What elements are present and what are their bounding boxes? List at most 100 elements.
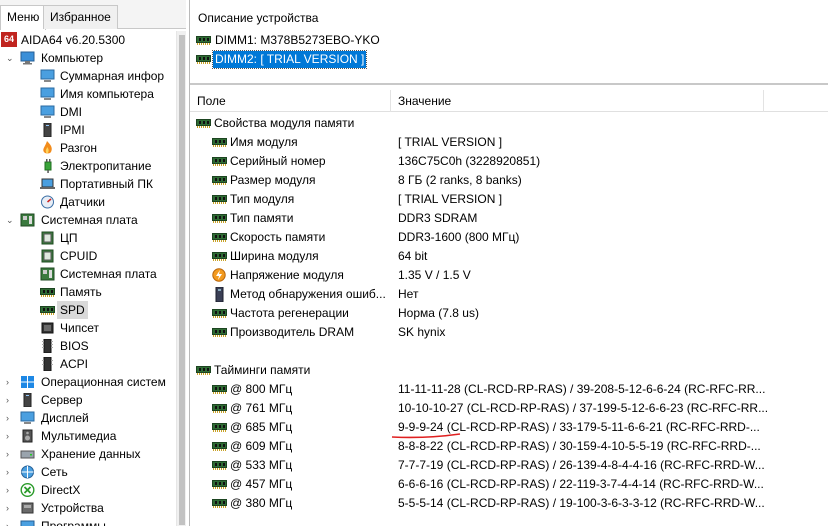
table-row[interactable]: @ 380 МГц 5-5-5-14 (CL-RCD-RP-RAS) / 19-… (190, 494, 828, 513)
tree-item-label: CPUID (60, 249, 98, 263)
table-row[interactable]: @ 609 МГц 8-8-8-22 (CL-RCD-RP-RAS) / 30-… (190, 437, 828, 456)
tab-favorites[interactable]: Избранное (43, 5, 118, 29)
ram-icon (212, 422, 227, 433)
tree-item-label: BIOS (60, 339, 89, 353)
tree-item-label: Устройства (41, 501, 104, 515)
tree-item-summary[interactable]: Суммарная инфор (0, 67, 176, 85)
tree-item-programs[interactable]: › Программы (0, 517, 176, 526)
motherboard-icon (20, 213, 35, 227)
tree-item-server[interactable]: › Сервер (0, 391, 176, 409)
tree-item-label: Память (60, 285, 102, 299)
tree-item-acpi[interactable]: ACPI (0, 355, 176, 373)
table-row[interactable]: Скорость памяти DDR3-1600 (800 МГц) (190, 228, 828, 247)
tree-item-computer-name[interactable]: Имя компьютера (0, 85, 176, 103)
ram-icon (40, 305, 55, 316)
chevron-right-icon[interactable]: › (6, 413, 14, 423)
table-row[interactable]: @ 457 МГц 6-6-6-16 (CL-RCD-RP-RAS) / 22-… (190, 475, 828, 494)
field-name: Скорость памяти (230, 230, 326, 244)
acpi-chip-icon (40, 356, 55, 372)
ram-icon (212, 232, 227, 243)
field-name: Размер модуля (230, 173, 316, 187)
field-name: Напряжение модуля (230, 268, 344, 282)
tree-item-overclock[interactable]: Разгон (0, 139, 176, 157)
tree-item-label: Дисплей (41, 411, 89, 425)
table-row[interactable]: Тип модуля [ TRIAL VERSION ] (190, 190, 828, 209)
tree-item-aida64[interactable]: 64 AIDA64 v6.20.5300 (0, 31, 176, 49)
table-row[interactable]: @ 685 МГц 9-9-9-24 (CL-RCD-RP-RAS) / 33-… (190, 418, 828, 437)
field-name: Серийный номер (230, 154, 326, 168)
tree-item-multimedia[interactable]: › Мультимедиа (0, 427, 176, 445)
tree-item-dmi[interactable]: DMI (0, 103, 176, 121)
ram-icon (212, 479, 227, 490)
device-description-panel: Описание устройства DIMM1: M378B5273EBO-… (190, 0, 828, 85)
table-row[interactable]: Напряжение модуля 1.35 V / 1.5 V (190, 266, 828, 285)
tree-item-display[interactable]: › Дисплей (0, 409, 176, 427)
chevron-down-icon[interactable]: ⌄ (6, 53, 14, 63)
cpu-icon (40, 231, 55, 245)
tree-scrollbar[interactable] (176, 31, 186, 526)
tree-item-devices[interactable]: › Устройства (0, 499, 176, 517)
table-row[interactable]: @ 800 МГц 11-11-11-28 (CL-RCD-RP-RAS) / … (190, 380, 828, 399)
tree-item-chipset[interactable]: Чипсет (0, 319, 176, 337)
tree-item-memory[interactable]: Память (0, 283, 176, 301)
field-value: 1.35 V / 1.5 V (398, 268, 471, 282)
tree-item-cpuid[interactable]: CPUID (0, 247, 176, 265)
ram-icon (212, 175, 227, 186)
chevron-right-icon[interactable]: › (6, 377, 14, 387)
tree-item-power[interactable]: Электропитание (0, 157, 176, 175)
tree-item-motherboard[interactable]: ⌄ Системная плата (0, 211, 176, 229)
monitor-icon (40, 87, 55, 101)
tree-item-portable[interactable]: Портативный ПК (0, 175, 176, 193)
tree-item-os[interactable]: › Операционная систем (0, 373, 176, 391)
table-row[interactable]: Тип памяти DDR3 SDRAM (190, 209, 828, 228)
chevron-right-icon[interactable]: › (6, 449, 14, 459)
chevron-right-icon[interactable]: › (6, 467, 14, 477)
windows-logo-icon (20, 375, 35, 389)
field-name: Тип памяти (230, 211, 294, 225)
table-row[interactable]: Метод обнаружения ошиб... Нет (190, 285, 828, 304)
table-row[interactable]: Имя модуля [ TRIAL VERSION ] (190, 133, 828, 152)
field-name: Тип модуля (230, 192, 295, 206)
tree-item-directx[interactable]: › DirectX (0, 481, 176, 499)
tree-item-computer[interactable]: ⌄ Компьютер (0, 49, 176, 67)
field-name: @ 533 МГц (230, 458, 293, 472)
table-row[interactable]: Производитель DRAM SK hynix (190, 323, 828, 342)
table-row[interactable]: Частота регенерации Норма (7.8 us) (190, 304, 828, 323)
table-row[interactable]: @ 761 МГц 10-10-10-27 (CL-RCD-RP-RAS) / … (190, 399, 828, 418)
chevron-right-icon[interactable]: › (6, 503, 14, 513)
column-header-value[interactable]: Значение (391, 90, 763, 112)
network-icon (20, 465, 35, 479)
ram-icon (212, 460, 227, 471)
tree-item-ipmi[interactable]: IPMI (0, 121, 176, 139)
field-value: SK hynix (398, 325, 446, 339)
tree-item-sensors[interactable]: Датчики (0, 193, 176, 211)
tree-item-label: DirectX (41, 483, 81, 497)
tree-item-label: Компьютер (41, 51, 104, 65)
ram-icon (212, 251, 227, 262)
tree-item-spd[interactable]: SPD (0, 301, 176, 319)
chevron-down-icon[interactable]: ⌄ (6, 215, 14, 225)
chevron-right-icon[interactable]: › (6, 521, 14, 526)
computer-icon (20, 51, 35, 65)
tree-item-mainboard[interactable]: Системная плата (0, 265, 176, 283)
speaker-icon (20, 429, 35, 443)
navigation-tree: 64 AIDA64 v6.20.5300 ⌄ Компьютер Суммарн… (0, 31, 176, 526)
chevron-right-icon[interactable]: › (6, 431, 14, 441)
tree-item-network[interactable]: › Сеть (0, 463, 176, 481)
tab-menu[interactable]: Меню (0, 5, 47, 30)
table-row[interactable]: Размер модуля 8 ГБ (2 ranks, 8 banks) (190, 171, 828, 190)
ram-icon (212, 498, 227, 509)
field-name: @ 761 МГц (230, 401, 293, 415)
column-header-field[interactable]: Поле (190, 90, 390, 112)
scrollbar-thumb[interactable] (179, 35, 185, 525)
table-row[interactable]: Ширина модуля 64 bit (190, 247, 828, 266)
tree-item-cpu[interactable]: ЦП (0, 229, 176, 247)
table-row[interactable]: Серийный номер 136C75C0h (3228920851) (190, 152, 828, 171)
field-value: 9-9-9-24 (CL-RCD-RP-RAS) / 33-179-5-11-6… (398, 420, 760, 434)
chevron-right-icon[interactable]: › (6, 485, 14, 495)
chevron-right-icon[interactable]: › (6, 395, 14, 405)
tree-item-bios[interactable]: BIOS (0, 337, 176, 355)
tree-item-storage[interactable]: › Хранение данных (0, 445, 176, 463)
table-row[interactable]: @ 533 МГц 7-7-7-19 (CL-RCD-RP-RAS) / 26-… (190, 456, 828, 475)
column-separator[interactable] (763, 90, 764, 112)
